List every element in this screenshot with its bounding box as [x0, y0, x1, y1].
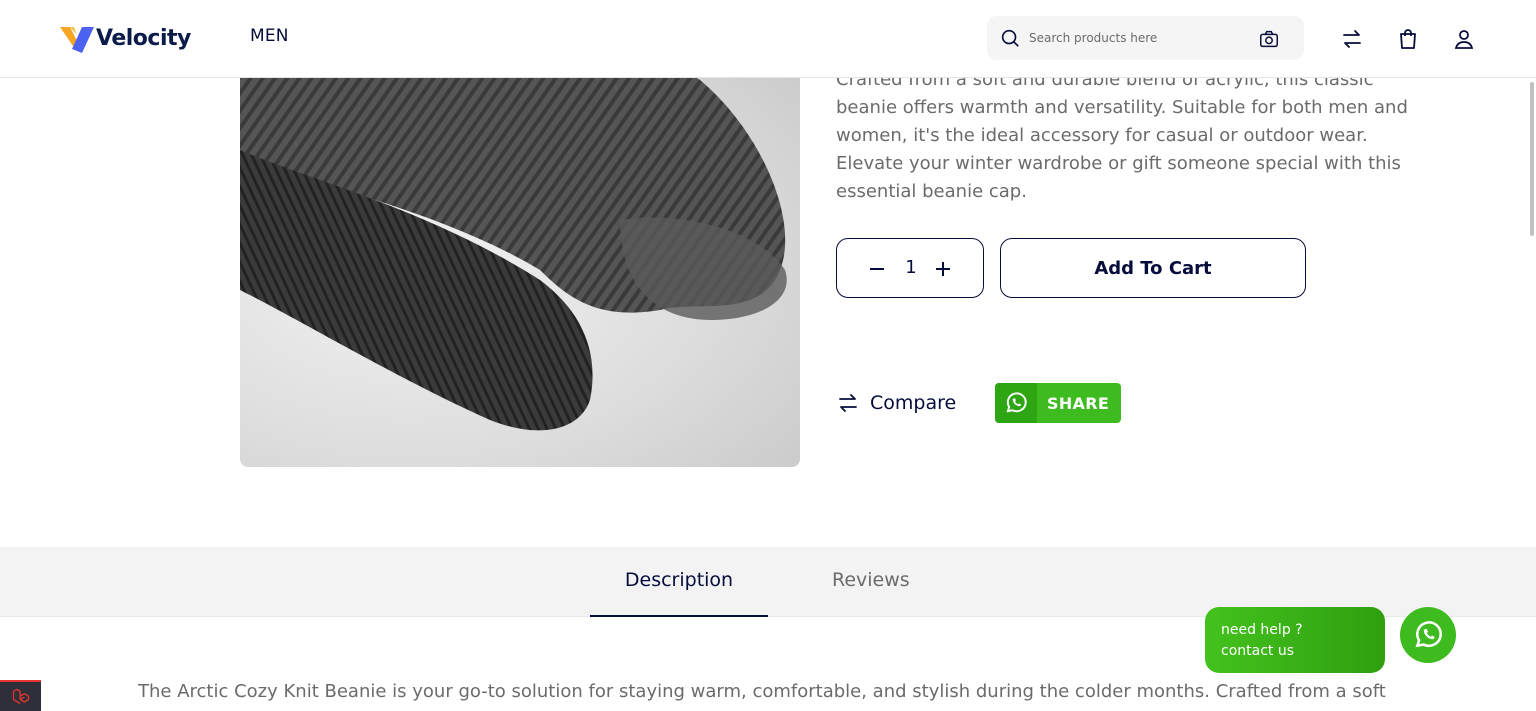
- help-widget[interactable]: need help ? contact us: [1205, 607, 1385, 673]
- quantity-stepper: 1: [836, 238, 984, 298]
- velocity-logo-icon: [60, 27, 94, 53]
- add-to-cart-button[interactable]: Add To Cart: [1000, 238, 1306, 298]
- compare-icon: [839, 394, 857, 412]
- logo-text: Velocity: [96, 25, 191, 51]
- search-input[interactable]: [1029, 24, 1239, 52]
- logo-link[interactable]: Velocity: [60, 22, 191, 54]
- search-icon[interactable]: [999, 27, 1021, 49]
- whatsapp-icon: [995, 383, 1037, 423]
- compare-button[interactable]: Compare: [836, 388, 956, 418]
- user-icon[interactable]: [1452, 27, 1476, 51]
- compare-icon[interactable]: [1340, 27, 1364, 51]
- beanie-image: [240, 20, 787, 431]
- share-label: SHARE: [1047, 393, 1110, 413]
- nav-item-men[interactable]: MEN: [250, 26, 289, 46]
- quantity-value[interactable]: 1: [899, 257, 923, 278]
- active-tab-indicator: [590, 615, 768, 617]
- laravel-icon: [12, 688, 29, 704]
- camera-icon[interactable]: [1258, 28, 1280, 50]
- plus-icon[interactable]: [931, 257, 955, 281]
- cart-icon[interactable]: [1396, 27, 1420, 51]
- whatsapp-chat-button[interactable]: [1400, 607, 1456, 663]
- long-description: The Arctic Cozy Knit Beanie is your go-t…: [138, 681, 1386, 702]
- search-bar: [987, 16, 1304, 60]
- tab-reviews[interactable]: Reviews: [832, 569, 910, 591]
- minus-icon[interactable]: [865, 257, 889, 281]
- debug-toolbar-button[interactable]: [0, 680, 41, 711]
- page-scrollbar[interactable]: [1530, 82, 1534, 236]
- tab-description[interactable]: Description: [590, 569, 768, 591]
- compare-label: Compare: [870, 392, 957, 414]
- whatsapp-icon: [1415, 621, 1442, 648]
- help-line-1: need help ?: [1221, 622, 1303, 638]
- product-image: [240, 20, 800, 467]
- whatsapp-share-button[interactable]: SHARE: [995, 383, 1121, 423]
- product-description: Crafted from a soft and durable blend of…: [836, 69, 1408, 202]
- site-header: Velocity MEN: [0, 0, 1536, 78]
- help-line-2: contact us: [1221, 643, 1295, 659]
